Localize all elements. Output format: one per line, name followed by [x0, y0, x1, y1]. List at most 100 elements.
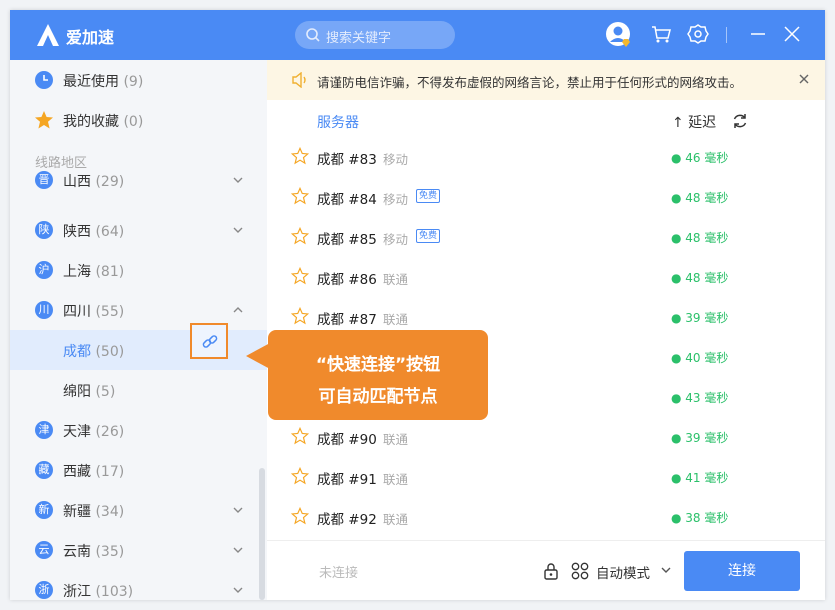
chevron-down-icon [233, 177, 243, 183]
sidebar-item-label: 浙江 (103) [63, 584, 134, 600]
server-latency: ● 39 毫秒 [671, 311, 729, 325]
mode-select[interactable]: 自动模式 [596, 562, 650, 582]
server-row[interactable]: 成都 #85 移动 免费 ● 48 毫秒 [267, 217, 825, 257]
chevron-down-icon [233, 547, 243, 553]
favorite-star-icon[interactable] [290, 426, 310, 449]
search-box[interactable]: 搜索关键字 [295, 21, 455, 49]
favorite-star-icon[interactable] [290, 506, 310, 529]
server-row[interactable]: 成都 #86 联通 ● 48 毫秒 [267, 257, 825, 297]
favorite-star-icon[interactable] [290, 266, 310, 289]
sidebar-item-label: 陕西 (64) [63, 224, 125, 240]
server-row[interactable]: 成都 #90 联通 ● 39 毫秒 [267, 417, 825, 457]
sidebar-scrollbar[interactable] [259, 468, 265, 600]
refresh-icon[interactable] [732, 113, 748, 129]
section-title: 线路地区 [35, 156, 88, 171]
server-row[interactable]: 成都 #83 移动 ● 46 毫秒 [267, 137, 825, 177]
sidebar-item-shanghai[interactable]: 沪 上海 (81) [10, 250, 267, 290]
sidebar-item-zhejiang[interactable]: 浙 浙江 (103) [10, 570, 267, 600]
server-isp: 移动 [383, 232, 409, 247]
region-badge: 云 [35, 541, 53, 559]
server-isp: 移动 [383, 192, 409, 207]
server-isp: 联通 [383, 312, 409, 327]
sidebar-item-shaanxi[interactable]: 陕 陕西 (64) [10, 210, 267, 250]
header-delay-sort[interactable]: ↑ 延迟 [672, 112, 716, 132]
sidebar-item-shanxi[interactable]: 晋 山西 (29) [10, 170, 267, 190]
cart-icon[interactable] [650, 23, 672, 45]
favorite-star-icon[interactable] [290, 306, 310, 329]
chevron-down-icon [233, 587, 243, 593]
mode-grid-icon [571, 562, 589, 580]
connect-button[interactable]: 连接 [684, 551, 800, 591]
callout-pointer [246, 343, 270, 369]
sidebar-item-favorites[interactable]: 我的收藏 (0) [10, 100, 267, 140]
link-icon [202, 335, 218, 348]
callout-line-2: 可自动匹配节点 [318, 387, 438, 407]
connection-status: 未连接 [319, 566, 359, 581]
clock-icon [35, 71, 53, 89]
server-latency: ● 40 毫秒 [671, 351, 729, 365]
favorite-star-icon[interactable] [290, 226, 310, 249]
app-logo-icon [37, 24, 59, 46]
callout-tooltip: “快速连接”按钮 可自动匹配节点 [268, 330, 488, 420]
region-badge: 沪 [35, 261, 53, 279]
server-latency: ● 38 毫秒 [671, 511, 729, 525]
sidebar-item-yunnan[interactable]: 云 云南 (35) [10, 530, 267, 570]
server-isp: 联通 [383, 472, 409, 487]
region-badge: 津 [35, 421, 53, 439]
sidebar-item-label: 云南 (35) [63, 544, 125, 560]
bottom-bar: 未连接 自动模式 连接 [267, 540, 825, 600]
server-name: 成都 #91 [317, 472, 377, 488]
titlebar-divider [726, 27, 727, 43]
close-notice-icon[interactable] [797, 72, 811, 86]
notice-text: 请谨防电信诈骗，不得发布虚假的网络言论，禁止用于任何形式的网络攻击。 [317, 75, 743, 90]
sidebar-item-mianyang[interactable]: 绵阳 (5) [10, 370, 267, 410]
notice-bar: 请谨防电信诈骗，不得发布虚假的网络言论，禁止用于任何形式的网络攻击。 [267, 60, 825, 100]
gear-icon[interactable] [687, 23, 709, 45]
region-badge: 陕 [35, 221, 53, 239]
minimize-icon[interactable] [748, 23, 768, 45]
server-row[interactable]: 成都 #84 移动 免费 ● 48 毫秒 [267, 177, 825, 217]
sidebar: 最近使用 (9) 我的收藏 (0) 线路地区 晋 山西 (29) 陕 陕西 (6… [10, 60, 267, 600]
server-isp: 联通 [383, 272, 409, 287]
server-latency: ● 43 毫秒 [671, 391, 729, 405]
sidebar-item-label: 四川 (55) [63, 304, 125, 320]
server-name: 成都 #84 [317, 192, 377, 208]
chevron-down-icon[interactable] [660, 564, 672, 576]
close-icon[interactable] [782, 23, 802, 45]
app-name: 爱加速 [66, 28, 115, 47]
quick-connect-button[interactable] [190, 323, 228, 359]
free-badge: 免费 [416, 189, 441, 203]
avatar-icon[interactable] [605, 21, 633, 49]
app-window: 爱加速 搜索关键字 最近使用 (9) 我的收藏 (0) 线路地区 晋 山西 (2… [10, 10, 825, 600]
server-name: 成都 #87 [317, 312, 377, 328]
server-latency: ● 39 毫秒 [671, 431, 729, 445]
chevron-down-icon [233, 507, 243, 513]
lock-icon[interactable] [543, 562, 559, 580]
sidebar-item-sichuan[interactable]: 川 四川 (55) [10, 290, 267, 330]
star-icon [35, 111, 53, 129]
favorite-star-icon[interactable] [290, 186, 310, 209]
region-badge: 藏 [35, 461, 53, 479]
sidebar-item-label: 新疆 (34) [63, 504, 125, 520]
sidebar-item-tianjin[interactable]: 津 天津 (26) [10, 410, 267, 450]
sidebar-item-xinjiang[interactable]: 新 新疆 (34) [10, 490, 267, 530]
sidebar-item-recent[interactable]: 最近使用 (9) [10, 60, 267, 100]
server-latency: ● 41 毫秒 [671, 471, 729, 485]
title-bar: 爱加速 搜索关键字 [10, 10, 825, 60]
server-name: 成都 #85 [317, 232, 377, 248]
sidebar-item-label: 山西 (29) [63, 174, 125, 190]
sidebar-item-label: 成都 (50) [63, 344, 125, 360]
chevron-down-icon [233, 227, 243, 233]
header-server[interactable]: 服务器 [317, 112, 359, 132]
server-name: 成都 #86 [317, 272, 377, 288]
favorite-star-icon[interactable] [290, 146, 310, 169]
sidebar-item-xizang[interactable]: 藏 西藏 (17) [10, 450, 267, 490]
server-isp: 移动 [383, 152, 409, 167]
server-latency: ● 48 毫秒 [671, 191, 729, 205]
server-row[interactable]: 成都 #92 联通 ● 38 毫秒 [267, 497, 825, 537]
server-isp: 联通 [383, 432, 409, 447]
server-row[interactable]: 成都 #91 联通 ● 41 毫秒 [267, 457, 825, 497]
favorite-star-icon[interactable] [290, 466, 310, 489]
sidebar-item-chengdu[interactable]: 成都 (50) [10, 330, 267, 370]
server-latency: ● 46 毫秒 [671, 151, 729, 165]
